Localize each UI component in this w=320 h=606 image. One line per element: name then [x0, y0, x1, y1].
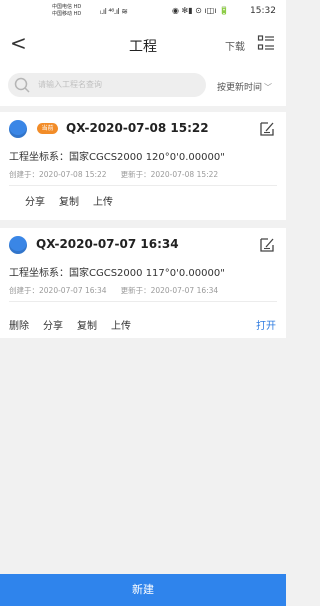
- chevron-down-icon: ﹀: [264, 83, 273, 92]
- search-placeholder: 请输入工程名查询: [38, 80, 102, 89]
- updated-date: 更新于：2020-07-08 15:22: [120, 170, 219, 179]
- carrier-bottom: 中国移动 HD: [52, 11, 82, 17]
- status-bar: 中国电信 HD 中国移动 HD ₗ.ıl ⁴⁶.ıl ≋ ◉ ✻▮ ⊙ ı◫ı …: [0, 0, 286, 24]
- coordinate-system: 工程坐标系：国家CGCS2000 120°0'0.00000": [9, 152, 225, 163]
- sort-label: 按更新时间: [217, 83, 263, 93]
- current-badge: 当前: [37, 123, 58, 134]
- list-menu-icon[interactable]: [257, 34, 275, 52]
- project-icon: [9, 236, 27, 254]
- project-title: QX-2020-07-08 15:22: [66, 121, 209, 135]
- carrier-info: 中国电信 HD 中国移动 HD: [52, 4, 81, 18]
- updated-date: 更新于：2020-07-07 16:34: [120, 286, 219, 295]
- nav-bar: < 工程 下载: [0, 24, 286, 64]
- search-icon: [14, 77, 30, 93]
- search-row: 请输入工程名查询 按更新时间 ﹀: [0, 64, 286, 106]
- project-card[interactable]: QX-2020-07-07 16:34 工程坐标系：国家CGCS2000 117…: [0, 228, 286, 338]
- edit-icon[interactable]: [258, 120, 276, 138]
- delete-button[interactable]: 删除: [9, 317, 29, 332]
- project-card[interactable]: 当前 QX-2020-07-08 15:22 工程坐标系：国家CGCS2000 …: [0, 112, 286, 220]
- project-icon: [9, 120, 27, 138]
- copy-button[interactable]: 复制: [77, 317, 97, 332]
- action-bar: 分享 复制 上传: [25, 193, 113, 208]
- open-button[interactable]: 打开: [256, 317, 276, 332]
- edit-icon[interactable]: [258, 236, 276, 254]
- carrier-top: 中国电信 HD: [52, 4, 82, 10]
- coordinate-system: 工程坐标系：国家CGCS2000 117°0'0.00000": [9, 268, 225, 279]
- action-bar: 删除 分享 复制 上传: [9, 317, 131, 332]
- sort-dropdown[interactable]: 按更新时间 ﹀: [217, 80, 272, 93]
- share-button[interactable]: 分享: [25, 193, 45, 208]
- divider: [9, 301, 277, 302]
- project-dates: 创建于：2020-07-07 16:34 更新于：2020-07-07 16:34: [9, 285, 218, 296]
- share-button[interactable]: 分享: [43, 317, 63, 332]
- new-project-button[interactable]: 新建: [0, 574, 286, 606]
- divider: [9, 185, 277, 186]
- status-icons: ◉ ✻▮ ⊙ ı◫ı 🔋: [172, 6, 229, 15]
- created-date: 创建于：2020-07-08 15:22: [9, 170, 107, 179]
- upload-button[interactable]: 上传: [93, 193, 113, 208]
- download-button[interactable]: 下载: [225, 38, 245, 53]
- project-title: QX-2020-07-07 16:34: [36, 237, 179, 251]
- copy-button[interactable]: 复制: [59, 193, 79, 208]
- status-time: 15:32: [250, 6, 276, 16]
- project-dates: 创建于：2020-07-08 15:22 更新于：2020-07-08 15:22: [9, 169, 218, 180]
- upload-button[interactable]: 上传: [111, 317, 131, 332]
- signal-icons: ₗ.ıl ⁴⁶.ıl ≋: [100, 7, 128, 16]
- created-date: 创建于：2020-07-07 16:34: [9, 286, 107, 295]
- search-input[interactable]: 请输入工程名查询: [8, 73, 206, 97]
